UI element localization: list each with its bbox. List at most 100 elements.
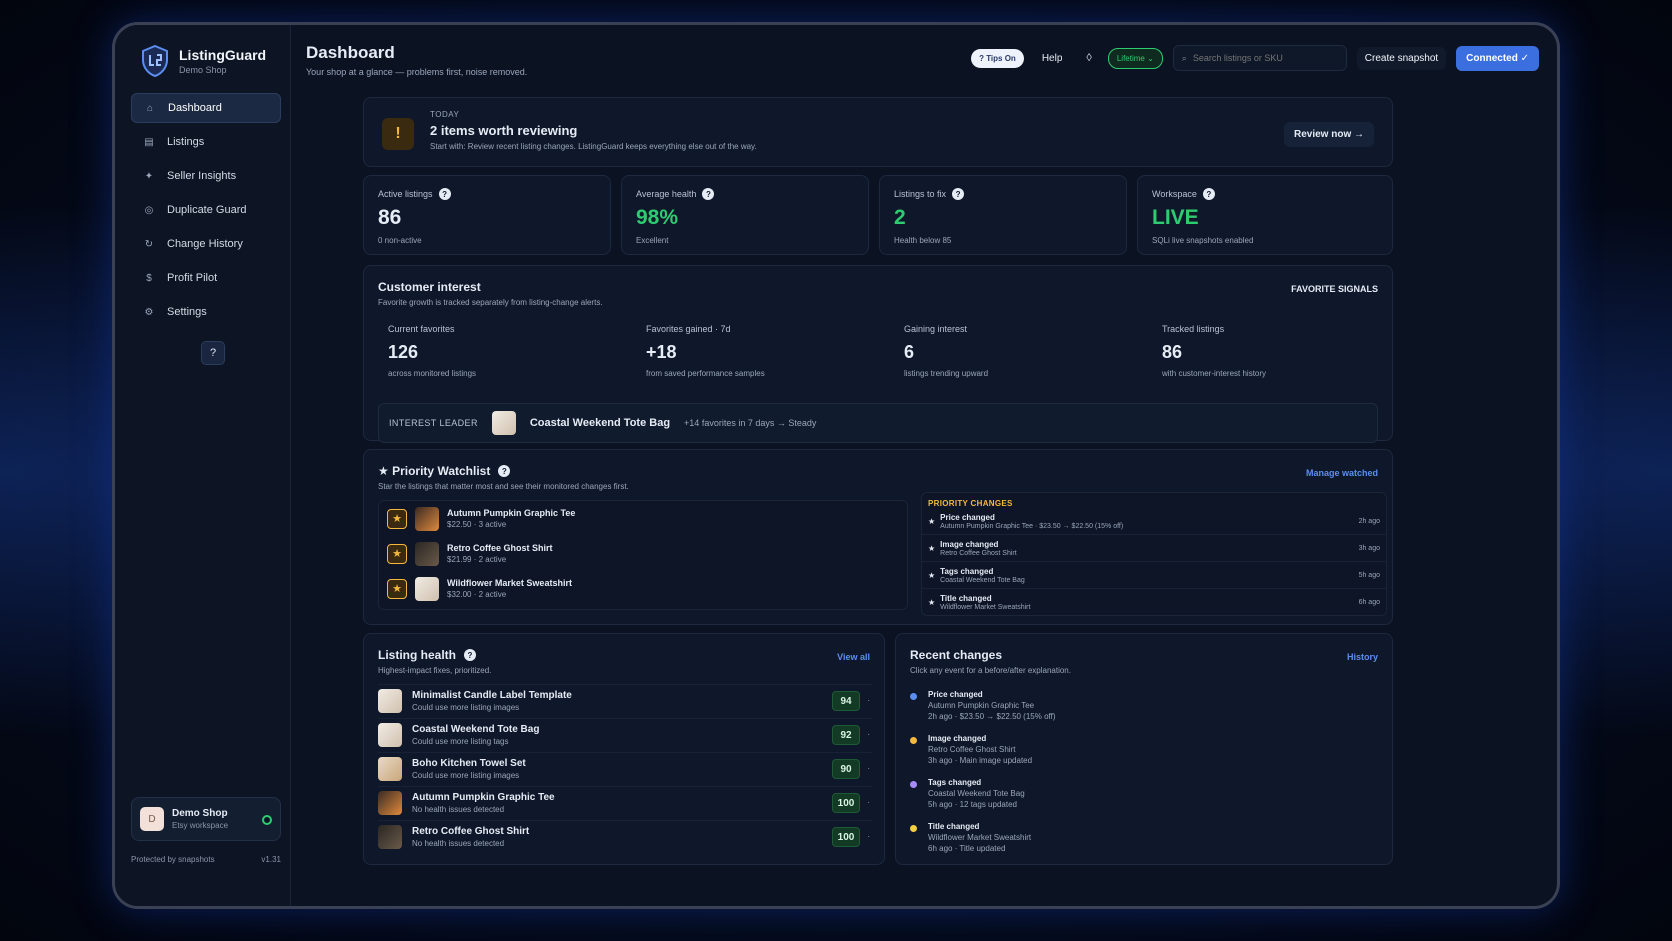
help-button[interactable]: Help	[1034, 48, 1071, 69]
sidebar-item-label: Listings	[167, 136, 205, 148]
view-all-link[interactable]: View all	[837, 652, 870, 662]
table-row[interactable]: Coastal Weekend Tote Bag Could use more l…	[378, 718, 872, 750]
list-item[interactable]: ★ Image changed Retro Coffee Ghost Shirt 3h…	[922, 535, 1386, 562]
table-row[interactable]: Boho Kitchen Towel Set Could use more lis…	[378, 752, 872, 784]
manage-watched-link[interactable]: Manage watched	[1306, 468, 1378, 478]
row-name: Minimalist Candle Label Template	[412, 689, 572, 701]
item-name: Autumn Pumpkin Graphic Tee	[447, 508, 576, 518]
event-dot-icon	[910, 825, 917, 832]
section-subtitle: Click any event for a before/after expla…	[910, 666, 1071, 675]
help-question-icon[interactable]: ?	[201, 341, 225, 365]
event-detail: 3h ago · Main image updated	[928, 756, 1033, 765]
help-icon[interactable]: ?	[702, 188, 715, 200]
item-sub: $32.00 · 2 active	[447, 590, 507, 599]
list-item[interactable]: ★ Retro Coffee Ghost Shirt $21.99 · 2 act…	[379, 536, 907, 571]
fav-sub: from saved performance samples	[646, 369, 765, 378]
help-icon[interactable]: ?	[438, 188, 451, 200]
list-item[interactable]: Tags changed Coastal Weekend Tote Bag 5h a…	[910, 778, 1380, 809]
section-subtitle: Highest-impact fixes, prioritized.	[378, 666, 492, 675]
sidebar-item-listings[interactable]: ▤ Listings	[131, 127, 281, 157]
star-icon[interactable]: ★	[387, 578, 407, 599]
change-time: 6h ago	[1358, 599, 1380, 606]
help-icon[interactable]: ?	[498, 465, 511, 477]
home-icon: ⌂	[146, 102, 154, 114]
tips-toggle[interactable]: ? Tips On	[971, 48, 1024, 68]
star-icon[interactable]: ★	[387, 508, 407, 529]
row-dot: ·	[867, 764, 870, 773]
stat-value: 98%	[636, 206, 679, 229]
shop-card[interactable]: D Demo Shop Etsy workspace	[131, 797, 281, 841]
alert-title: 2 items worth reviewing	[430, 123, 578, 138]
stat-sub: SQLi live snapshots enabled	[1152, 236, 1254, 245]
interest-leader[interactable]: INTEREST LEADER Coastal Weekend Tote Bag…	[378, 403, 1378, 443]
section-subtitle: Favorite growth is tracked separately fr…	[378, 298, 603, 307]
history-link[interactable]: History	[1347, 652, 1378, 662]
connected-button[interactable]: Connected ✓	[1456, 45, 1539, 71]
stat-sub: 0 non-active	[378, 236, 422, 245]
brand[interactable]: ListingGuard Demo Shop	[141, 45, 266, 77]
row-dot: ·	[867, 798, 870, 807]
fav-cell-tracked: Tracked listings 86 with customer-intere…	[1162, 324, 1266, 388]
favorite-signals-tag: FAVORITE SIGNALS	[1291, 284, 1378, 294]
sidebar-item-label: Profit Pilot	[167, 272, 218, 284]
gear-icon: ⚙	[144, 306, 154, 318]
sidebar-item-change-history[interactable]: ↻ Change History	[131, 229, 281, 259]
list-item[interactable]: Title changed Wildflower Market Sweatshir…	[910, 822, 1380, 853]
sidebar-item-label: Duplicate Guard	[167, 204, 247, 216]
sidebar: ListingGuard Demo Shop ⌂ Dashboard ▤ Listi…	[115, 25, 291, 906]
list-item[interactable]: Price changed Autumn Pumpkin Graphic Tee 2…	[910, 690, 1380, 721]
event-listing: Retro Coffee Ghost Shirt	[928, 745, 1016, 754]
change-sub: Coastal Weekend Tote Bag	[940, 576, 1025, 584]
row-sub: No health issues detected	[412, 804, 505, 814]
row-sub: Could use more listing images	[412, 770, 520, 780]
list-item[interactable]: ★ Autumn Pumpkin Graphic Tee $22.50 · 3 a…	[379, 501, 907, 536]
diamond-icon[interactable]: ◊	[1080, 52, 1097, 64]
sidebar-item-settings[interactable]: ⚙ Settings	[131, 297, 281, 327]
event-detail: 5h ago · 12 tags updated	[928, 800, 1017, 809]
event-listing: Autumn Pumpkin Graphic Tee	[928, 701, 1035, 710]
list-item[interactable]: Image changed Retro Coffee Ghost Shirt 3h …	[910, 734, 1380, 765]
section-title: Listing health	[378, 648, 456, 662]
list-item[interactable]: ★ Price changed Autumn Pumpkin Graphic Tee…	[922, 508, 1386, 535]
star-icon[interactable]: ★	[387, 543, 407, 564]
star-icon: ★	[928, 516, 936, 526]
sidebar-item-seller-insights[interactable]: ✦ Seller Insights	[131, 161, 281, 191]
change-time: 5h ago	[1358, 572, 1380, 579]
table-row[interactable]: Autumn Pumpkin Graphic Tee No health issu…	[378, 786, 872, 818]
review-now-button[interactable]: Review now →	[1283, 122, 1374, 147]
search-box[interactable]: ⌕	[1172, 45, 1347, 71]
create-snapshot-button[interactable]: Create snapshot	[1356, 46, 1447, 70]
leader-name: Coastal Weekend Tote Bag	[529, 417, 671, 429]
change-title: Title changed	[940, 594, 992, 603]
list-item[interactable]: ★ Title changed Wildflower Market Sweatshi…	[922, 589, 1386, 616]
lifetime-dropdown[interactable]: Lifetime ⌄	[1107, 47, 1163, 69]
dollar-icon: $	[146, 272, 152, 284]
event-listing: Wildflower Market Sweatshirt	[928, 833, 1032, 842]
stat-label: Active listings	[378, 189, 433, 199]
event-dot-icon	[910, 781, 917, 788]
history-icon: ↻	[144, 238, 154, 250]
app-window: ListingGuard Demo Shop ⌂ Dashboard ▤ Listi…	[112, 22, 1560, 909]
event-detail: 6h ago · Title updated	[928, 844, 1006, 853]
product-thumbnail	[378, 688, 402, 713]
star-icon: ★	[928, 543, 936, 553]
item-name: Retro Coffee Ghost Shirt	[447, 543, 553, 553]
stat-card-average-health: Average health? 98% Excellent	[621, 175, 869, 255]
stat-value: LIVE	[1152, 206, 1199, 229]
search-input[interactable]	[1192, 53, 1333, 63]
table-row[interactable]: Minimalist Candle Label Template Could us…	[378, 684, 872, 716]
row-sub: Could use more listing images	[412, 702, 520, 712]
list-item[interactable]: ★ Wildflower Market Sweatshirt $32.00 · 2…	[379, 571, 907, 606]
sidebar-item-dashboard[interactable]: ⌂ Dashboard	[131, 93, 281, 123]
sidebar-item-profit-pilot[interactable]: $ Profit Pilot	[131, 263, 281, 293]
table-row[interactable]: Retro Coffee Ghost Shirt No health issues…	[378, 820, 872, 852]
sidebar-item-duplicate-guard[interactable]: ◎ Duplicate Guard	[131, 195, 281, 225]
help-icon[interactable]: ?	[464, 649, 476, 661]
list-item[interactable]: ★ Tags changed Coastal Weekend Tote Bag 5h …	[922, 562, 1386, 589]
help-icon[interactable]: ?	[952, 188, 965, 200]
stat-label: Workspace	[1152, 189, 1197, 199]
row-sub: No health issues detected	[412, 838, 505, 848]
row-name: Coastal Weekend Tote Bag	[412, 723, 540, 735]
help-icon[interactable]: ?	[1202, 188, 1215, 200]
priority-changes-heading: PRIORITY CHANGES	[928, 499, 1013, 508]
